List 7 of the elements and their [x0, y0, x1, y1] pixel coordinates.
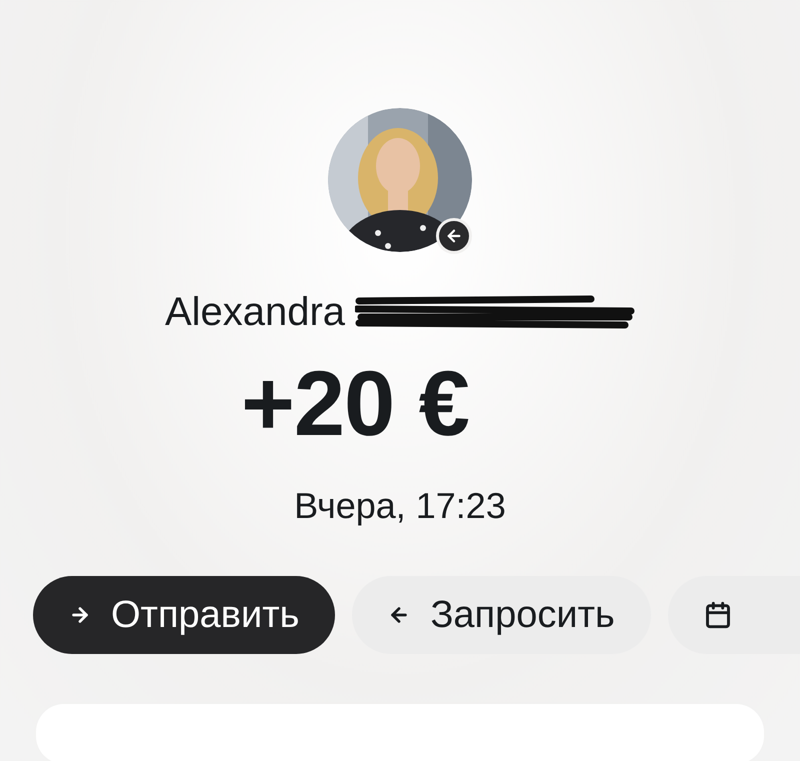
transaction-time: Вчера, 17:23 — [294, 488, 506, 524]
amount: +20 € — [241, 358, 469, 450]
calendar-icon — [704, 601, 732, 629]
right-arrow-icon — [69, 604, 91, 626]
contact-name: Alexandra — [164, 292, 346, 332]
request-button[interactable]: Запросить — [352, 576, 651, 654]
send-button[interactable]: Отправить — [33, 576, 336, 654]
